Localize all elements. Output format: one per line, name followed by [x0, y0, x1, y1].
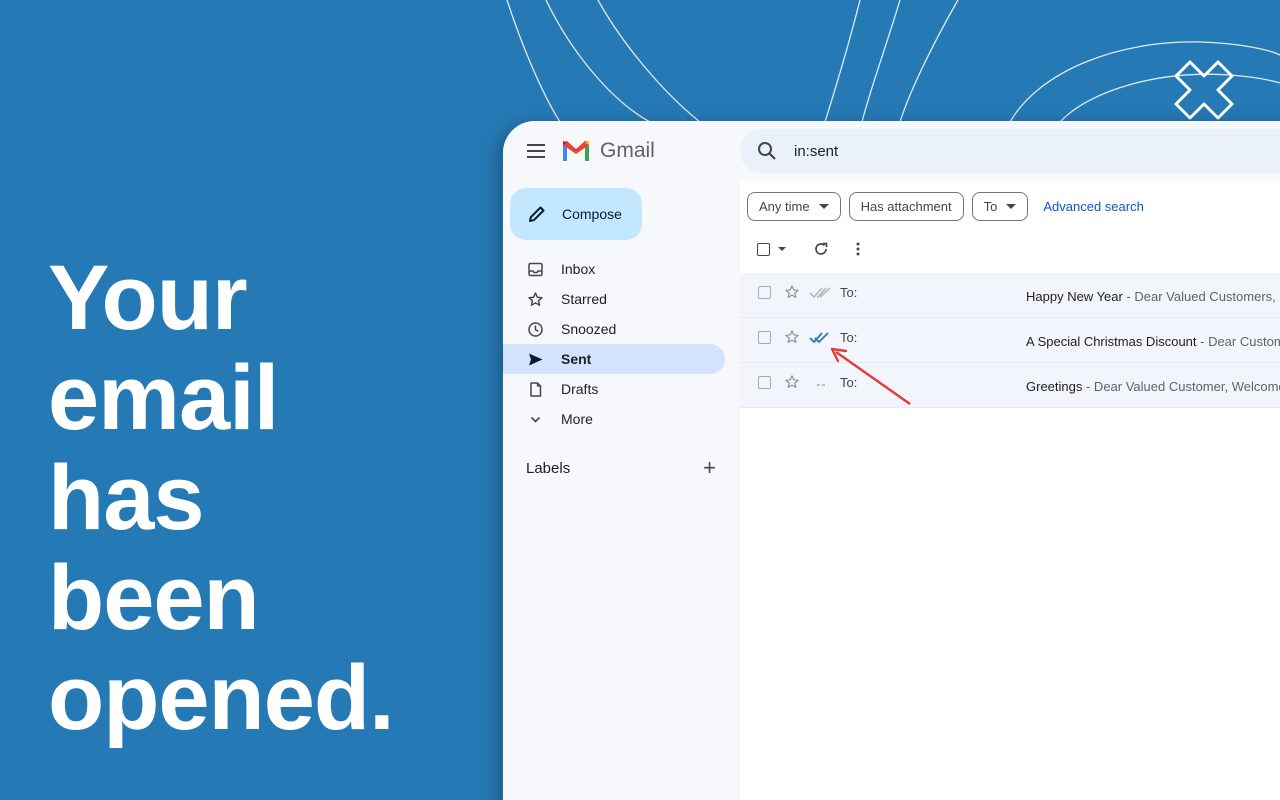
- labels-title: Labels: [526, 459, 571, 477]
- sidebar-item-inbox[interactable]: Inbox: [503, 254, 725, 284]
- star-icon: [528, 291, 543, 306]
- table-row[interactable]: To: Happy New Year - Dear Valued Custome…: [740, 273, 1280, 318]
- sidebar-item-label: Drafts: [561, 381, 599, 397]
- labels-header: Labels +: [526, 457, 716, 479]
- to-filter[interactable]: To: [971, 192, 1029, 221]
- pencil-icon: [529, 206, 545, 222]
- select-caret-icon[interactable]: [778, 247, 786, 251]
- dropdown-caret-icon: [1006, 204, 1017, 209]
- star-icon[interactable]: [784, 284, 800, 300]
- email-subject: Happy New Year: [1026, 289, 1123, 304]
- clock-icon: [528, 321, 543, 337]
- select-all-checkbox[interactable]: [757, 242, 770, 256]
- sidebar-nav: Inbox Starred Snoozed Sent Drafts More: [503, 254, 725, 434]
- gmail-logo-icon[interactable]: [561, 139, 591, 163]
- email-snippet: - Dear Customers: [1200, 334, 1280, 349]
- filter-label: Any time: [759, 199, 810, 214]
- sidebar-item-label: More: [561, 411, 593, 427]
- headline-line: opened.: [48, 647, 395, 749]
- list-toolbar: [757, 241, 866, 257]
- headline-line: email: [48, 347, 279, 449]
- sidebar-item-label: Sent: [561, 351, 592, 367]
- sidebar-item-label: Starred: [561, 291, 607, 307]
- refresh-icon[interactable]: [813, 241, 829, 257]
- brand-name: Gmail: [600, 139, 655, 162]
- email-subject: Greetings: [1026, 379, 1083, 394]
- add-label-icon[interactable]: +: [703, 457, 716, 479]
- headline: Your email has been opened.: [48, 248, 488, 748]
- gmail-window: Gmail Compose Inbox Starred Snoozed Sent…: [503, 121, 1280, 800]
- filter-label: To: [983, 199, 998, 214]
- send-icon: [529, 353, 543, 365]
- search-input[interactable]: [794, 142, 1194, 160]
- search-icon[interactable]: [756, 140, 778, 162]
- recipient-label: To:: [840, 375, 858, 390]
- sidebar-item-drafts[interactable]: Drafts: [503, 374, 725, 404]
- email-subject-line: Happy New Year - Dear Valued Customers, …: [1026, 289, 1280, 304]
- advanced-search-link[interactable]: Advanced search: [1043, 199, 1143, 214]
- email-snippet: - Dear Valued Customer, Welcome: [1082, 379, 1280, 394]
- sidebar-item-label: Snoozed: [561, 321, 617, 337]
- sidebar-item-sent[interactable]: Sent: [503, 344, 725, 374]
- headline-line: has: [48, 447, 205, 549]
- dash-untracked-icon: [817, 384, 825, 386]
- recipient-label: To:: [840, 285, 858, 300]
- compose-label: Compose: [562, 206, 622, 222]
- any-time-filter[interactable]: Any time: [747, 192, 841, 221]
- table-row[interactable]: To: A Special Christmas Discount - Dear …: [740, 318, 1280, 363]
- sidebar-item-label: Inbox: [561, 261, 596, 277]
- row-checkbox[interactable]: [758, 286, 771, 299]
- x-logo-icon: [1174, 60, 1234, 120]
- email-snippet: - Dear Valued Customers, I: [1122, 289, 1280, 304]
- filter-chips: Any time Has attachment To Advanced sear…: [747, 192, 1144, 221]
- more-vert-icon[interactable]: [850, 241, 866, 257]
- menu-icon[interactable]: [525, 141, 547, 161]
- row-checkbox[interactable]: [758, 376, 771, 389]
- email-list: To: Happy New Year - Dear Valued Custome…: [740, 273, 1280, 408]
- star-icon[interactable]: [784, 329, 800, 345]
- table-row[interactable]: To: Greetings - Dear Valued Customer, We…: [740, 363, 1280, 408]
- row-checkbox[interactable]: [758, 331, 771, 344]
- filter-label: Has attachment: [860, 199, 952, 214]
- sidebar-item-starred[interactable]: Starred: [503, 284, 725, 314]
- email-subject-line: A Special Christmas Discount - Dear Cust…: [1026, 334, 1280, 349]
- sidebar-item-more[interactable]: More: [503, 404, 725, 434]
- has-attachment-filter[interactable]: Has attachment: [848, 192, 964, 221]
- double-check-gray-icon: [809, 287, 831, 299]
- double-check-blue-icon: [809, 332, 829, 344]
- sidebar-item-snoozed[interactable]: Snoozed: [503, 314, 725, 344]
- chevron-down-icon: [530, 416, 541, 423]
- dropdown-caret-icon: [818, 204, 829, 209]
- inbox-icon: [528, 262, 543, 276]
- recipient-label: To:: [840, 330, 858, 345]
- compose-button[interactable]: Compose: [510, 188, 642, 240]
- email-subject: A Special Christmas Discount: [1026, 334, 1197, 349]
- email-subject-line: Greetings - Dear Valued Customer, Welcom…: [1026, 379, 1280, 394]
- headline-line: Your: [48, 247, 248, 349]
- draft-icon: [530, 381, 542, 397]
- search-bar: [740, 129, 1280, 173]
- star-icon[interactable]: [784, 374, 800, 390]
- headline-line: been: [48, 547, 260, 649]
